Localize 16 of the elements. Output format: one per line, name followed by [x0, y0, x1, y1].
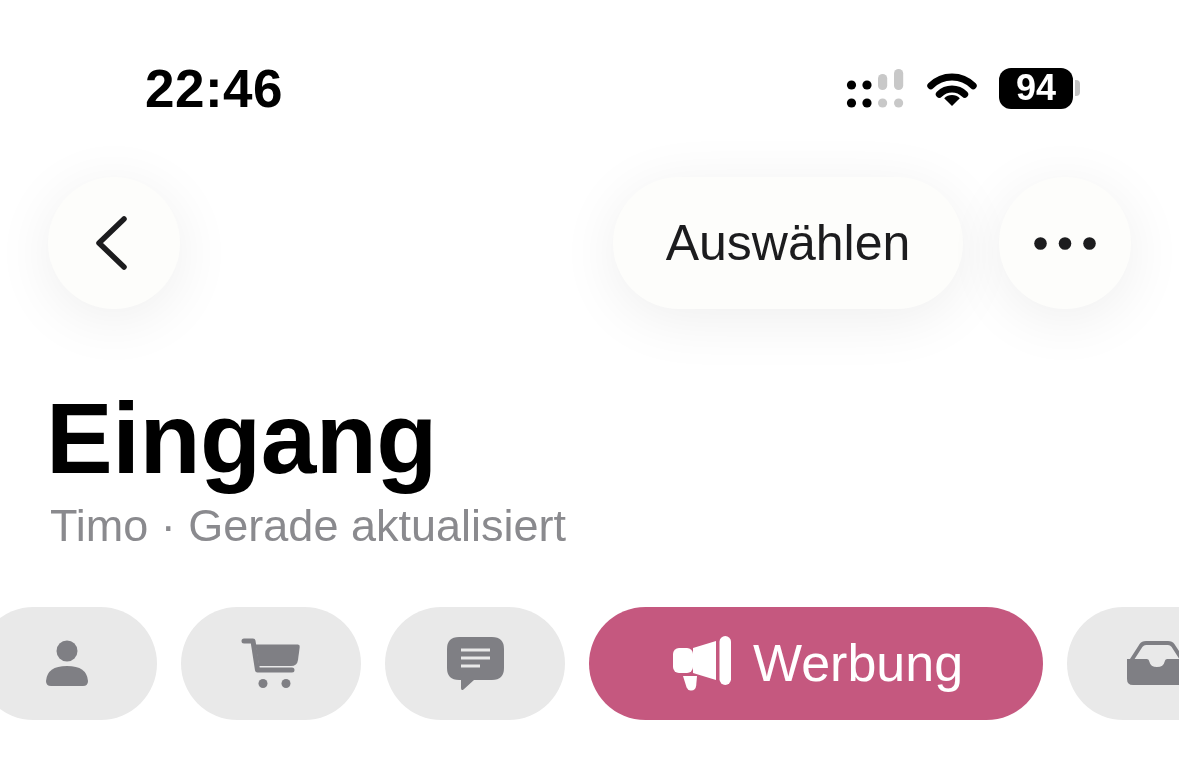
- battery-cap-icon: [1075, 80, 1080, 96]
- megaphone-icon: [673, 635, 731, 691]
- cart-icon: [241, 638, 301, 688]
- signal-icon: [845, 68, 905, 108]
- message-icon: [446, 636, 504, 690]
- status-time: 22:46: [145, 61, 284, 115]
- more-dots-icon: [1034, 236, 1096, 250]
- category-chip[interactable]: Werbung: [589, 606, 1044, 720]
- page-title: Eingang: [46, 381, 437, 496]
- battery-level: 94: [999, 67, 1073, 109]
- category-chip[interactable]: [0, 606, 157, 720]
- person-icon: [45, 640, 89, 686]
- page-subtitle: Timo · Gerade aktualisiert: [50, 501, 566, 551]
- back-chevron-icon: [94, 215, 128, 271]
- select-button[interactable]: Auswählen: [613, 177, 963, 309]
- tray-icon: [1127, 641, 1179, 685]
